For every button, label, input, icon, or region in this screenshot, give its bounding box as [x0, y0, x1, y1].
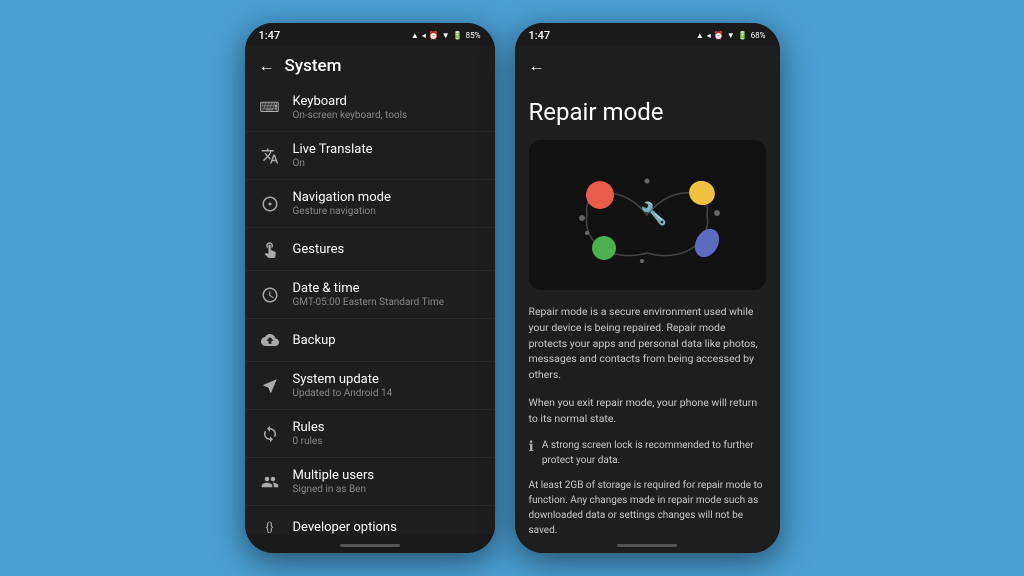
r-battery-percent: 68% [751, 31, 766, 40]
settings-item-gestures[interactable]: Gestures [245, 228, 495, 271]
keyboard-icon: ⌨ [259, 97, 281, 119]
update-content: System update Updated to Android 14 [293, 372, 481, 399]
users-icon [259, 471, 281, 493]
left-status-icons: ▲ ◂ ⏰ ▼ 🔋 85% [411, 31, 481, 40]
wifi-icon: ▼ [442, 31, 450, 40]
phones-container: 1:47 ▲ ◂ ⏰ ▼ 🔋 85% ← System ⌨ Keyboard O… [245, 23, 780, 553]
keyboard-content: Keyboard On-screen keyboard, tools [293, 94, 481, 121]
rules-content: Rules 0 rules [293, 420, 481, 447]
navigation-subtitle: Gesture navigation [293, 206, 481, 217]
update-icon [259, 375, 281, 397]
r-battery-icon: 🔋 [738, 31, 748, 40]
developer-content: Developer options [293, 520, 481, 535]
settings-item-developer[interactable]: {} Developer options [245, 506, 495, 534]
gestures-content: Gestures [293, 242, 481, 257]
left-home-indicator [340, 544, 400, 547]
left-status-bar: 1:47 ▲ ◂ ⏰ ▼ 🔋 85% [245, 23, 495, 46]
repair-back-button[interactable]: ← [529, 56, 545, 76]
battery-percent: 85% [466, 31, 481, 40]
back-button[interactable]: ← [259, 56, 275, 76]
right-phone: 1:47 ▲ ◂ ⏰ ▼ 🔋 68% ← Repair mode [515, 23, 780, 553]
translate-title: Live Translate [293, 142, 481, 157]
info-row-1: ℹ A strong screen lock is recommended to… [529, 438, 766, 468]
right-status-icons: ▲ ◂ ⏰ ▼ 🔋 68% [696, 31, 766, 40]
rules-title: Rules [293, 420, 481, 435]
backup-title: Backup [293, 333, 481, 348]
settings-item-users[interactable]: Multiple users Signed in as Ben [245, 458, 495, 506]
r-signal-icon: ▲ [696, 31, 704, 40]
datetime-title: Date & time [293, 281, 481, 296]
info-text-2: At least 2GB of storage is required for … [529, 478, 766, 538]
battery-icon: 🔋 [453, 31, 463, 40]
repair-illustration: 🔧 [529, 140, 766, 290]
signal-icon: ▲ [411, 31, 419, 40]
settings-title: System [285, 56, 342, 76]
repair-description2: When you exit repair mode, your phone wi… [529, 395, 766, 427]
navigation-icon [259, 193, 281, 215]
settings-item-keyboard[interactable]: ⌨ Keyboard On-screen keyboard, tools [245, 84, 495, 132]
repair-page-title: Repair mode [529, 98, 766, 126]
update-subtitle: Updated to Android 14 [293, 388, 481, 399]
info-icon-1: ℹ [529, 439, 534, 455]
right-status-bar: 1:47 ▲ ◂ ⏰ ▼ 🔋 68% [515, 23, 780, 46]
developer-title: Developer options [293, 520, 481, 535]
r-alarm-icon: ⏰ [714, 31, 724, 40]
navigation-content: Navigation mode Gesture navigation [293, 190, 481, 217]
translate-subtitle: On [293, 158, 481, 169]
users-title: Multiple users [293, 468, 481, 483]
repair-content-area: Repair mode 🔧 [515, 84, 780, 553]
keyboard-subtitle: On-screen keyboard, tools [293, 110, 481, 121]
gestures-title: Gestures [293, 242, 481, 257]
keyboard-title: Keyboard [293, 94, 481, 109]
rules-icon [259, 423, 281, 445]
settings-item-backup[interactable]: Backup [245, 319, 495, 362]
rules-subtitle: 0 rules [293, 436, 481, 447]
settings-item-rules[interactable]: Rules 0 rules [245, 410, 495, 458]
right-home-indicator [617, 544, 677, 547]
users-subtitle: Signed in as Ben [293, 484, 481, 495]
datetime-subtitle: GMT-05:00 Eastern Standard Time [293, 297, 481, 308]
translate-icon [259, 145, 281, 167]
alarm-icon: ⏰ [429, 31, 439, 40]
datetime-icon [259, 284, 281, 306]
backup-content: Backup [293, 333, 481, 348]
left-phone: 1:47 ▲ ◂ ⏰ ▼ 🔋 85% ← System ⌨ Keyboard O… [245, 23, 495, 553]
update-title: System update [293, 372, 481, 387]
repair-description1: Repair mode is a secure environment used… [529, 304, 766, 383]
developer-icon: {} [259, 516, 281, 534]
translate-content: Live Translate On [293, 142, 481, 169]
settings-header: ← System [245, 46, 495, 84]
settings-list: ⌨ Keyboard On-screen keyboard, tools Liv… [245, 84, 495, 534]
navigation-title: Navigation mode [293, 190, 481, 205]
settings-item-translate[interactable]: Live Translate On [245, 132, 495, 180]
repair-header: ← [515, 46, 780, 84]
backup-icon [259, 329, 281, 351]
datetime-content: Date & time GMT-05:00 Eastern Standard T… [293, 281, 481, 308]
r-wifi-icon: ▼ [727, 31, 735, 40]
info-text-1: A strong screen lock is recommended to f… [542, 438, 766, 468]
left-time: 1:47 [259, 29, 281, 42]
repair-svg: 🔧 [532, 143, 762, 288]
r-location-icon: ◂ [707, 31, 711, 40]
right-time: 1:47 [529, 29, 551, 42]
svg-text:🔧: 🔧 [640, 200, 667, 227]
settings-item-datetime[interactable]: Date & time GMT-05:00 Eastern Standard T… [245, 271, 495, 319]
location-icon: ◂ [422, 31, 426, 40]
settings-item-update[interactable]: System update Updated to Android 14 [245, 362, 495, 410]
users-content: Multiple users Signed in as Ben [293, 468, 481, 495]
settings-item-navigation[interactable]: Navigation mode Gesture navigation [245, 180, 495, 228]
gestures-icon [259, 238, 281, 260]
